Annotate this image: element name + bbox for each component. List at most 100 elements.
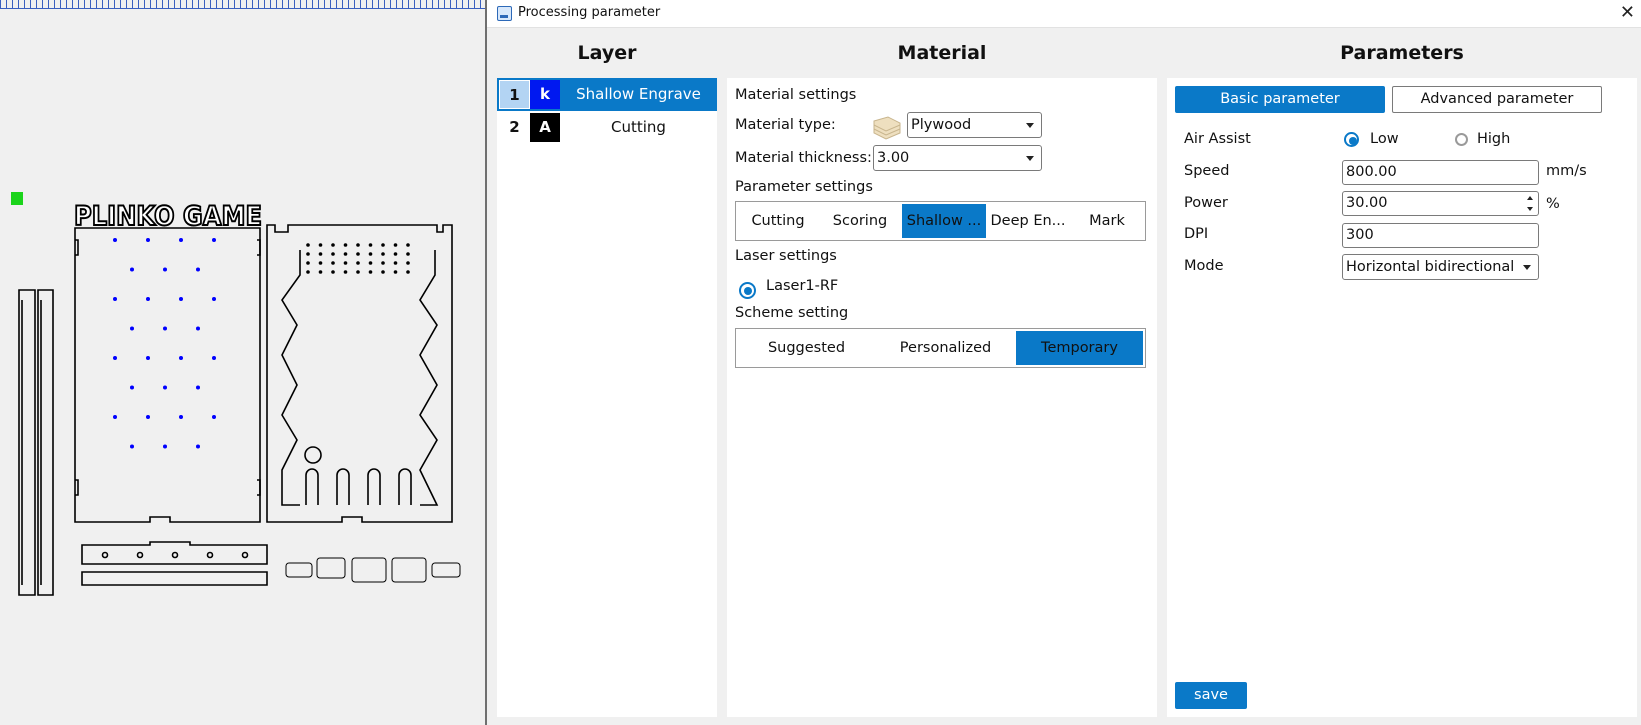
peg-dot [212,415,216,419]
speed-input[interactable]: 800.00 [1342,160,1539,185]
hole-dot [343,270,348,274]
peg-dot [113,297,117,301]
side-rail-left [18,289,54,596]
speed-unit: mm/s [1546,163,1587,179]
hole-dot [406,243,410,247]
hole-dot [356,252,360,256]
material-type-select[interactable]: Plywood [907,112,1042,138]
parameters-heading: Parameters [1340,42,1464,64]
peg-dot [163,326,167,331]
hole-dot [381,270,385,274]
hole-dot [318,252,323,256]
scheme-tab-suggested[interactable]: Suggested [738,331,875,365]
hole-dot [393,261,398,265]
score-labels [285,557,461,583]
processing-parameter-dialog: Processing parameter ✕ Layer Material Pa… [485,0,1641,725]
power-unit: % [1546,196,1560,212]
hole-dot [368,252,373,256]
peg-dot [196,385,200,390]
save-button[interactable]: save [1175,682,1247,709]
basic-parameter-tab[interactable]: Basic parameter [1175,86,1385,113]
material-thickness-select[interactable]: 3.00 [873,145,1042,171]
power-value: 30.00 [1346,195,1388,211]
power-input[interactable]: 30.00 [1342,191,1539,216]
peg-dot [146,297,150,301]
material-type-label: Material type: [735,117,836,133]
layer-row-2[interactable]: 2 A Cutting [497,111,717,144]
dialog-title: Processing parameter [518,5,661,20]
mode-select[interactable]: Horizontal bidirectional [1342,254,1539,280]
design-canvas[interactable]: PLINKO GAME [0,0,485,725]
speed-label: Speed [1184,163,1230,179]
material-panel: Material settings Material type: Plywood… [727,78,1157,717]
peg-dot [179,415,183,419]
scheme-tab-personalized[interactable]: Personalized [877,331,1014,365]
hole-dot [331,243,335,247]
hole-dot [406,261,410,265]
hole-dot [318,261,323,265]
peg-dot [130,326,134,331]
hole-dot [356,243,360,247]
dpi-input[interactable]: 300 [1342,223,1539,248]
peg-dot [113,238,117,242]
peg-dot [113,356,117,360]
layer-number: 1 [499,80,530,109]
hole-dot [381,252,385,256]
hole-dot [318,243,323,247]
layer-color-swatch: k [530,80,560,109]
hole-dot [393,243,398,247]
material-type-value: Plywood [911,117,972,133]
layer-list: 1 k Shallow Engrave 2 A Cutting [497,78,717,717]
air-assist-low-radio[interactable] [1344,132,1359,147]
hole-dot [368,261,373,265]
air-assist-label: Air Assist [1184,131,1251,147]
advanced-parameter-tab[interactable]: Advanced parameter [1392,86,1602,113]
hole-dot [343,252,348,256]
hole-dot [306,261,310,265]
material-settings-label: Material settings [735,87,857,103]
chevron-down-icon [1523,265,1531,270]
layer-row-1[interactable]: 1 k Shallow Engrave [497,78,717,111]
hole-dot [356,270,360,274]
hole-dot [368,270,373,274]
hole-dot [406,270,410,274]
hole-dot [331,261,335,265]
air-assist-low-label: Low [1370,131,1399,147]
origin-marker [11,192,23,205]
process-tab-cutting[interactable]: Cutting [738,204,818,238]
mode-value: Horizontal bidirectional [1346,259,1515,275]
hole-dot [393,252,398,256]
spin-arrows-icon[interactable] [1526,193,1536,214]
hole-dot [306,270,310,274]
dpi-label: DPI [1184,226,1209,242]
process-tab-shallow-engrave[interactable]: Shallow ... [902,204,986,238]
layer-name: Cutting [611,118,666,136]
scheme-tabs: Suggested Personalized Temporary [735,328,1146,368]
process-tab-deep-engrave[interactable]: Deep En... [988,204,1068,238]
laser-option-label: Laser1-RF [766,278,839,294]
chevron-down-icon [1026,156,1034,161]
process-tab-scoring[interactable]: Scoring [820,204,900,238]
process-type-tabs: Cutting Scoring Shallow ... Deep En... M… [735,201,1146,241]
peg-dot [179,238,183,242]
design-preview: PLINKO GAME [11,192,461,596]
peg-dot [146,356,150,360]
scheme-tab-temporary[interactable]: Temporary [1016,331,1143,365]
peg-dot [179,297,183,301]
peg-dot [163,385,167,390]
layer-name: Shallow Engrave [576,85,701,103]
air-assist-high-label: High [1477,131,1511,147]
process-tab-mark[interactable]: Mark [1070,204,1144,238]
peg-dot [212,238,216,242]
title-bar: Processing parameter ✕ [487,0,1641,28]
layer-color-swatch: A [530,113,560,142]
peg-dot [196,326,200,331]
close-icon[interactable]: ✕ [1620,1,1635,25]
air-assist-high-radio[interactable] [1455,133,1468,146]
back-panel-holes [306,243,410,274]
parameter-settings-label: Parameter settings [735,179,873,195]
plywood-icon [873,116,901,140]
laser-radio[interactable] [739,282,756,299]
peg-dot [196,267,200,272]
peg-dot [163,444,167,449]
